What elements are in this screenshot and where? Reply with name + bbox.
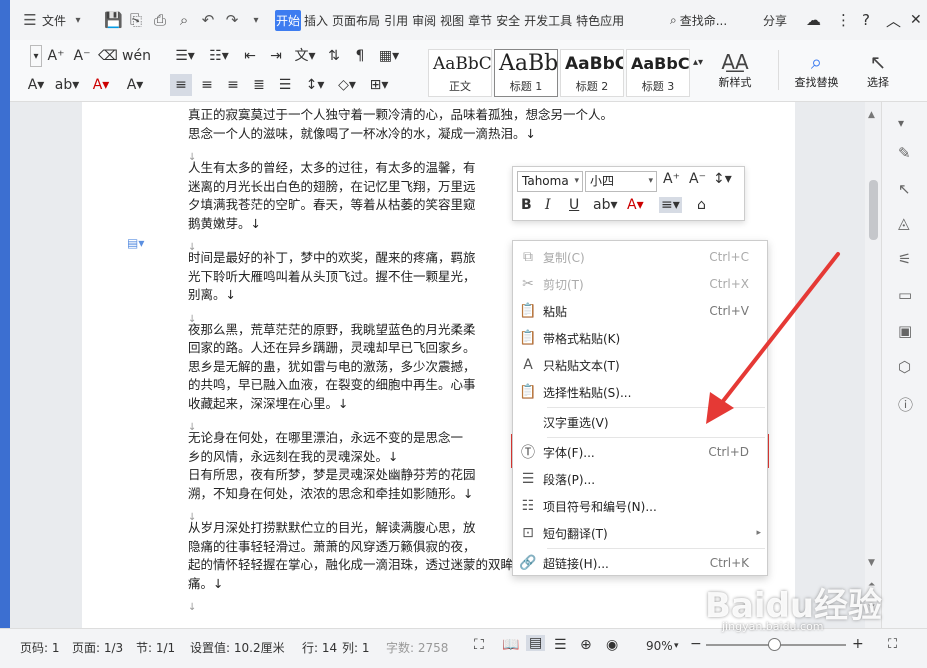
arrow-head [706, 392, 734, 424]
status-section[interactable]: 节: 1/1 [136, 639, 175, 656]
pointer-arrow [706, 252, 840, 424]
zoom-out-icon[interactable]: − [690, 636, 702, 652]
status-column[interactable]: 列: 1 [342, 639, 370, 656]
zoom-slider-handle[interactable] [768, 638, 781, 651]
status-page-number[interactable]: 页码: 1 [20, 639, 60, 656]
status-word-count[interactable]: 字数: 2758 [386, 639, 448, 656]
status-setting[interactable]: 设置值: 10.2厘米 [190, 639, 285, 656]
read-mode-icon[interactable]: 📖 [502, 637, 519, 653]
eye-protect-icon[interactable]: ◉ [606, 637, 618, 653]
status-bar: 页码: 1 页面: 1/3 节: 1/1 设置值: 10.2厘米 行: 14 列… [0, 628, 927, 668]
watermark-url: jingyan.baidu.com [722, 620, 824, 633]
arrow-shaft [718, 252, 840, 407]
status-row[interactable]: 行: 14 [302, 639, 337, 656]
status-pages[interactable]: 页面: 1/3 [72, 639, 123, 656]
fit-window-icon[interactable]: ⛶ [888, 637, 897, 652]
fullscreen-icon[interactable]: ⛶ [474, 637, 484, 653]
zoom-level[interactable]: 90% [646, 639, 673, 653]
page-view-icon[interactable]: ▤ [526, 635, 546, 651]
zoom-in-icon[interactable]: + [852, 636, 864, 652]
web-view-icon[interactable]: ⊕ [580, 637, 592, 653]
outline-view-icon[interactable]: ☰ [554, 637, 567, 653]
chevron-down-icon[interactable]: ▾ [674, 641, 679, 651]
